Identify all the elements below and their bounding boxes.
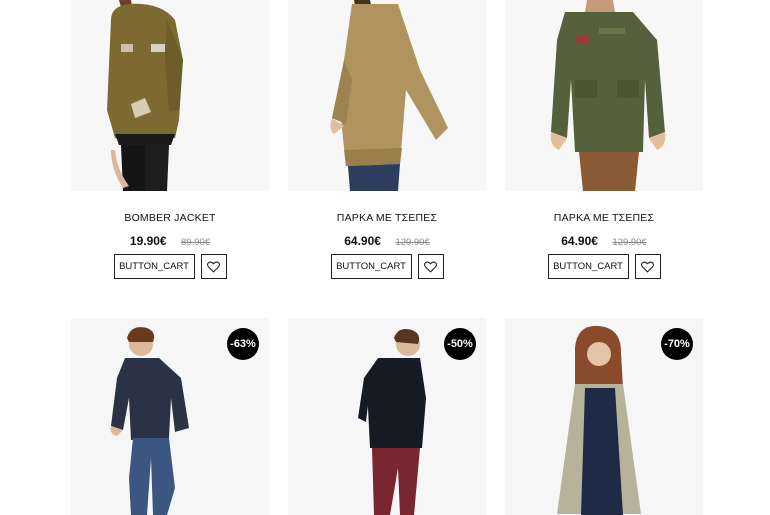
product-image[interactable] — [505, 0, 703, 191]
parka-beige-photo — [288, 0, 486, 191]
wishlist-button[interactable] — [200, 254, 227, 279]
product-actions: BUTTON_CART — [505, 254, 703, 279]
discount-badge: -70% — [661, 328, 693, 360]
product-price: 64.90€ — [561, 234, 598, 248]
product-card[interactable]: BOMBER JACKET 19.90€ 89.90€ BUTTON_CART — [71, 0, 269, 279]
product-name[interactable]: BOMBER JACKET — [71, 212, 269, 226]
product-card[interactable]: -63% — [71, 318, 269, 515]
product-price: 19.90€ — [129, 234, 167, 248]
product-old-price: 129.90€ — [395, 237, 430, 248]
product-card[interactable]: -50% — [288, 318, 486, 515]
heart-icon — [641, 261, 654, 273]
add-to-cart-button[interactable]: BUTTON_CART — [113, 254, 195, 279]
product-prices: 19.90€ 89.90€ — [71, 232, 269, 248]
wishlist-button[interactable] — [417, 254, 444, 279]
product-image[interactable] — [288, 0, 486, 191]
discount-badge: -63% — [227, 328, 259, 360]
heart-icon — [424, 261, 437, 273]
product-card[interactable]: ΠΑΡΚΑ ΜΕ ΤΣΕΠΕΣ 64.90€ 129.90€ BUTTON_CA… — [505, 0, 703, 279]
add-to-cart-button[interactable]: BUTTON_CART — [547, 254, 629, 279]
parka-olive-photo — [505, 0, 703, 191]
product-actions: BUTTON_CART — [71, 254, 269, 279]
product-old-price: 89.90€ — [181, 237, 211, 248]
product-name[interactable]: ΠΑΡΚΑ ΜΕ ΤΣΕΠΕΣ — [505, 212, 703, 226]
bomber-jacket-photo — [71, 0, 269, 191]
product-name[interactable]: ΠΑΡΚΑ ΜΕ ΤΣΕΠΕΣ — [288, 212, 486, 226]
add-to-cart-button[interactable]: BUTTON_CART — [330, 254, 412, 279]
product-image[interactable]: -63% — [71, 318, 269, 515]
wishlist-button[interactable] — [634, 254, 661, 279]
product-card[interactable]: -70% — [505, 318, 703, 515]
discount-badge: -50% — [444, 328, 476, 360]
product-image[interactable]: -50% — [288, 318, 486, 515]
product-image[interactable]: -70% — [505, 318, 703, 515]
product-prices: 64.90€ 129.90€ — [505, 232, 703, 248]
product-card[interactable]: ΠΑΡΚΑ ΜΕ ΤΣΕΠΕΣ 64.90€ 129.90€ BUTTON_CA… — [288, 0, 486, 279]
product-old-price: 129.90€ — [612, 237, 647, 248]
product-prices: 64.90€ 129.90€ — [288, 232, 486, 248]
product-image[interactable] — [71, 0, 269, 191]
heart-icon — [207, 261, 220, 273]
product-actions: BUTTON_CART — [288, 254, 486, 279]
product-price: 64.90€ — [344, 234, 381, 248]
